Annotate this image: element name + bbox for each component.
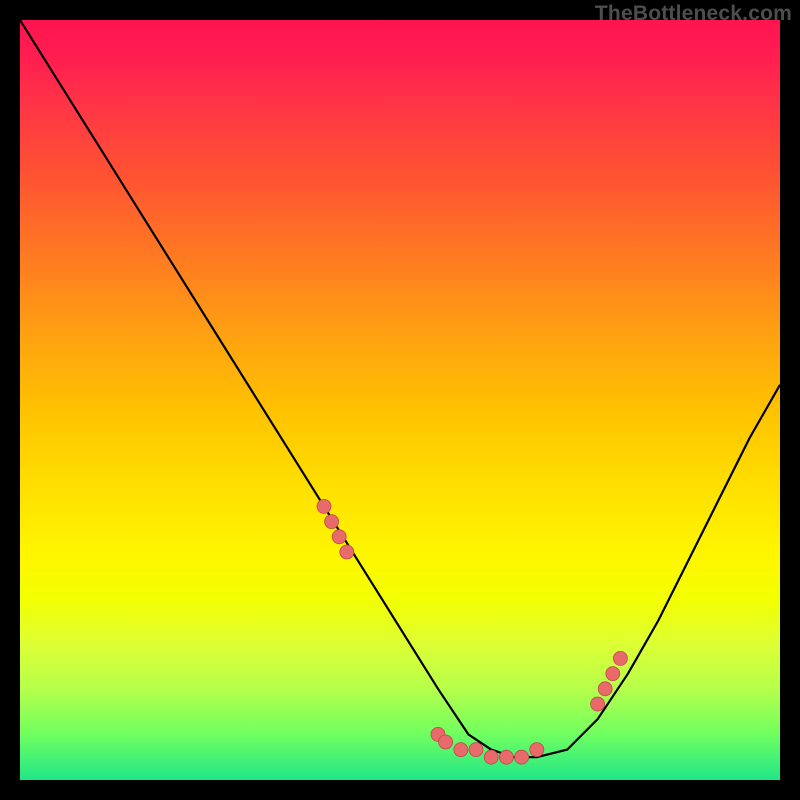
data-marker (598, 682, 612, 696)
data-marker (515, 750, 529, 764)
data-marker (530, 743, 544, 757)
bottleneck-curve (20, 20, 780, 757)
data-marker (606, 667, 620, 681)
data-marker (499, 750, 513, 764)
data-marker (469, 743, 483, 757)
chart-stage: TheBottleneck.com (0, 0, 800, 800)
data-marker (317, 499, 331, 513)
data-marker (484, 750, 498, 764)
data-marker (325, 515, 339, 529)
marker-group (317, 499, 627, 764)
data-marker (332, 530, 346, 544)
chart-overlay (20, 20, 780, 780)
data-marker (454, 743, 468, 757)
data-marker (439, 735, 453, 749)
data-marker (591, 697, 605, 711)
data-marker (613, 651, 627, 665)
plot-area (20, 20, 780, 780)
data-marker (340, 545, 354, 559)
